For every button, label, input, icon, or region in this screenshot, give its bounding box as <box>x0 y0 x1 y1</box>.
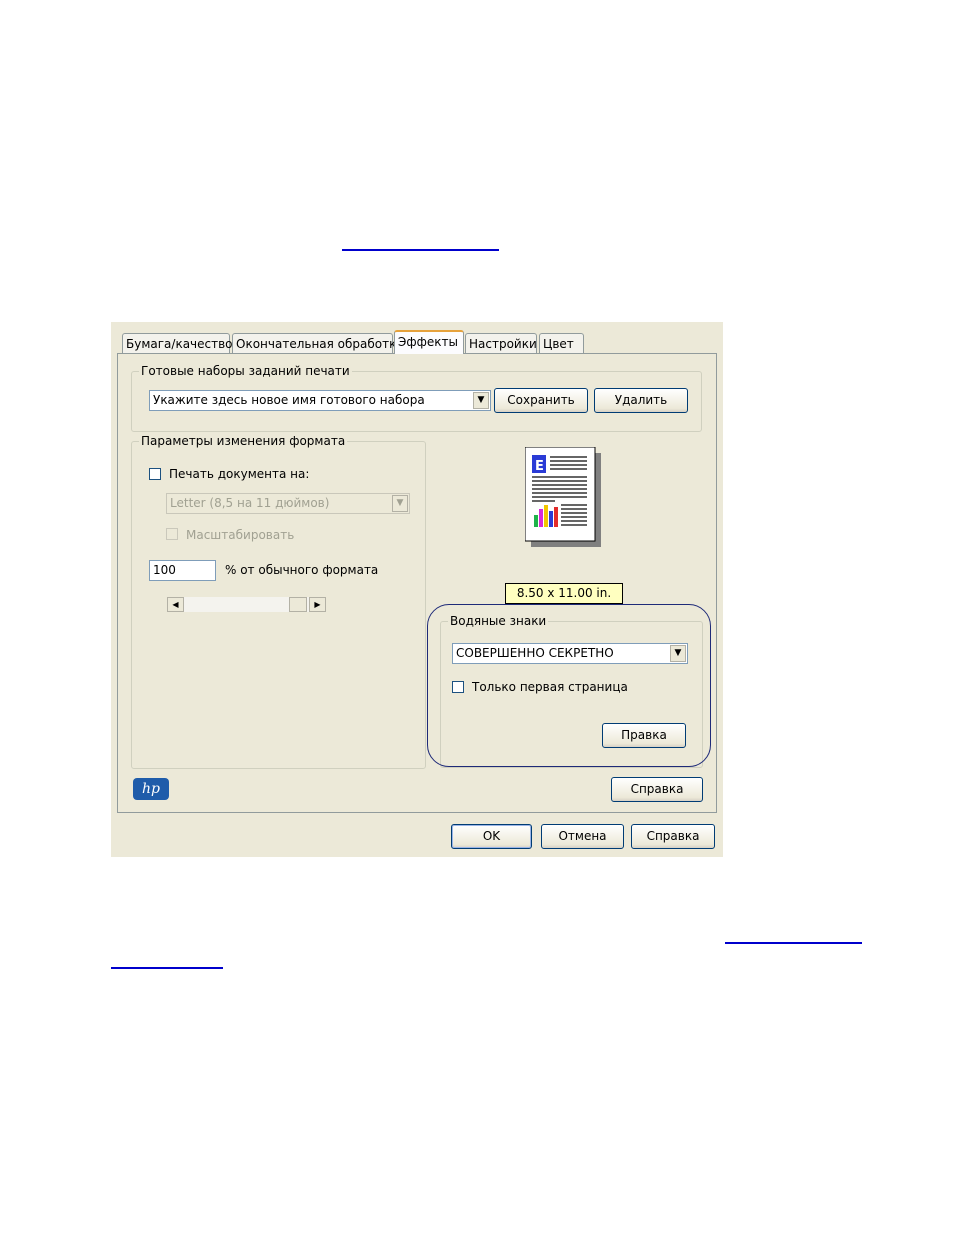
save-preset-button[interactable]: Сохранить <box>494 388 588 413</box>
scroll-left-icon[interactable]: ◀ <box>167 597 184 612</box>
watermark-highlight-ring <box>427 604 711 767</box>
scale-to-fit-label: Масштабировать <box>186 528 295 542</box>
paper-size-value: Letter (8,5 на 11 дюймов) <box>170 496 330 510</box>
tab-finishing[interactable]: Окончательная обработка <box>232 333 404 353</box>
scroll-right-icon[interactable]: ▶ <box>309 597 326 612</box>
percent-input[interactable]: 100 <box>149 560 216 581</box>
chevron-down-icon[interactable]: ▼ <box>473 392 489 409</box>
scale-to-fit-checkbox[interactable] <box>166 528 178 540</box>
document-link-top[interactable] <box>342 249 499 251</box>
document-preview-icon: E <box>524 446 601 547</box>
page-preview: E <box>524 446 601 547</box>
percent-label: % от обычного формата <box>225 563 379 577</box>
ok-button[interactable]: OK <box>451 824 532 849</box>
paper-size-badge: 8.50 x 11.00 in. <box>505 583 623 604</box>
effects-tab-panel: Готовые наборы заданий печати Укажите зд… <box>117 353 717 813</box>
preview-logo-letter: E <box>535 459 544 474</box>
resize-legend: Параметры изменения формата <box>139 434 348 448</box>
slider-thumb[interactable] <box>289 597 307 612</box>
paper-size-combo[interactable]: Letter (8,5 на 11 дюймов) ▼ <box>166 493 410 514</box>
resize-options-group: Параметры изменения формата Печать докум… <box>131 434 426 769</box>
chevron-down-icon[interactable]: ▼ <box>392 495 408 512</box>
tab-paper-quality[interactable]: Бумага/качество <box>122 333 233 353</box>
presets-group: Готовые наборы заданий печати Укажите зд… <box>131 364 702 432</box>
printer-properties-dialog: Бумага/качество Окончательная обработка … <box>111 322 723 857</box>
preset-name-value: Укажите здесь новое имя готового набора <box>153 393 425 407</box>
panel-help-button[interactable]: Справка <box>611 777 703 802</box>
print-document-on-checkbox[interactable] <box>149 468 161 480</box>
help-button[interactable]: Справка <box>631 824 715 849</box>
cancel-button[interactable]: Отмена <box>541 824 624 849</box>
percent-slider[interactable]: ◀ ▶ <box>166 596 327 613</box>
document-link-bottom-2[interactable] <box>111 967 223 969</box>
print-document-on-label: Печать документа на: <box>169 467 310 481</box>
document-link-bottom-1[interactable] <box>725 942 862 944</box>
hp-logo: hp <box>133 778 169 800</box>
tab-settings[interactable]: Настройки <box>465 333 537 353</box>
tab-effects[interactable]: Эффекты <box>394 330 464 354</box>
presets-legend: Готовые наборы заданий печати <box>139 364 352 378</box>
tab-color[interactable]: Цвет <box>539 333 584 353</box>
preset-name-combo[interactable]: Укажите здесь новое имя готового набора … <box>149 390 491 411</box>
delete-preset-button[interactable]: Удалить <box>594 388 688 413</box>
